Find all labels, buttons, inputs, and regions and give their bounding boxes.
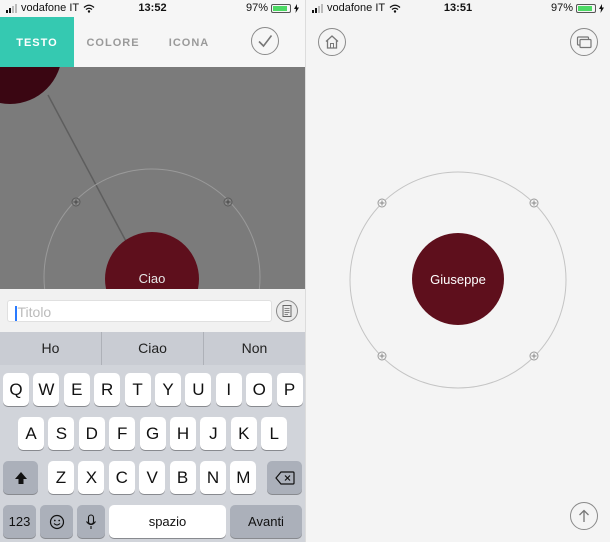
selected-node-label: Ciao	[138, 271, 166, 286]
home-button[interactable]	[318, 28, 346, 56]
key-f[interactable]: F	[109, 417, 136, 450]
key-a[interactable]: A	[18, 417, 44, 450]
key-c[interactable]: C	[108, 461, 135, 494]
key-r[interactable]: R	[94, 373, 121, 406]
emoji-key[interactable]	[40, 505, 73, 538]
title-input[interactable]: Titolo	[7, 300, 272, 322]
tab-testo[interactable]: TESTO	[0, 17, 74, 67]
right-screen: vodafone IT 13:51 97% Giuseppe	[305, 0, 610, 542]
return-key[interactable]: Avanti	[230, 505, 302, 538]
keyboard: Ho Ciao Non QWERTYUIOP ASDFGHJKL ZXCVBNM 1…	[0, 332, 305, 542]
status-bar: vodafone IT 13:52 97%	[0, 0, 305, 17]
key-p[interactable]: P	[276, 373, 303, 406]
home-icon	[325, 35, 339, 49]
document-icon	[282, 305, 292, 317]
key-v[interactable]: V	[139, 461, 166, 494]
key-k[interactable]: K	[230, 417, 257, 450]
central-node-label: Giuseppe	[430, 272, 486, 287]
backspace-icon	[274, 471, 295, 485]
plus-icon[interactable]	[529, 351, 539, 361]
text-caret	[15, 305, 17, 321]
mindmap-canvas[interactable]: Ciao	[0, 67, 305, 289]
notes-button[interactable]	[276, 300, 298, 322]
key-z[interactable]: Z	[48, 461, 74, 494]
plus-icon[interactable]	[71, 197, 81, 207]
battery-group: 97%	[246, 2, 299, 14]
key-b[interactable]: B	[169, 461, 196, 494]
shift-key[interactable]	[3, 461, 38, 494]
plus-icon[interactable]	[529, 198, 539, 208]
key-s[interactable]: S	[48, 417, 75, 450]
shift-icon	[14, 472, 27, 484]
numbers-key[interactable]: 123	[3, 505, 36, 538]
devices-icon	[576, 36, 592, 49]
key-q[interactable]: Q	[3, 373, 29, 406]
checkmark-icon	[258, 35, 273, 48]
key-u[interactable]: U	[185, 373, 212, 406]
battery-icon	[271, 3, 291, 13]
editor-toolbar: TESTO COLORE ICONA	[0, 17, 305, 67]
plus-icon[interactable]	[377, 351, 387, 361]
key-g[interactable]: G	[139, 417, 166, 450]
suggestion-item[interactable]: Non	[204, 332, 305, 365]
microphone-icon	[86, 514, 96, 529]
key-t[interactable]: T	[124, 373, 151, 406]
key-l[interactable]: L	[261, 417, 288, 450]
key-h[interactable]: H	[170, 417, 196, 450]
key-n[interactable]: N	[200, 461, 226, 494]
devices-button[interactable]	[570, 28, 598, 56]
emoji-icon	[49, 514, 64, 530]
key-e[interactable]: E	[63, 373, 90, 406]
key-j[interactable]: J	[200, 417, 227, 450]
parent-node[interactable]	[0, 67, 62, 104]
suggestion-item[interactable]: Ho	[0, 332, 102, 365]
key-o[interactable]: O	[246, 373, 273, 406]
space-key[interactable]: spazio	[109, 505, 226, 538]
arrow-up-icon	[579, 509, 589, 522]
charging-icon	[294, 3, 299, 13]
connection-line	[47, 94, 129, 246]
title-input-bar: Titolo	[0, 289, 305, 332]
battery-percent: 97%	[245, 2, 268, 14]
key-y[interactable]: Y	[155, 373, 181, 406]
backspace-key[interactable]	[267, 461, 302, 494]
title-placeholder: Titolo	[17, 304, 52, 320]
confirm-button[interactable]	[251, 27, 279, 55]
plus-icon[interactable]	[377, 198, 387, 208]
key-m[interactable]: M	[230, 461, 257, 494]
tab-icona[interactable]: ICONA	[156, 17, 222, 67]
key-w[interactable]: W	[33, 373, 60, 406]
key-x[interactable]: X	[78, 461, 105, 494]
key-d[interactable]: D	[78, 417, 105, 450]
scroll-up-button[interactable]	[570, 502, 598, 530]
mindmap-canvas-graphics	[0, 67, 261, 289]
mindmap-diagram	[349, 171, 567, 389]
suggestion-item[interactable]: Ciao	[102, 332, 204, 365]
key-i[interactable]: I	[215, 373, 242, 406]
plus-icon[interactable]	[223, 197, 233, 207]
tab-colore[interactable]: COLORE	[80, 17, 146, 67]
left-screen: vodafone IT 13:52 97% TESTO COLORE ICONA…	[0, 0, 305, 542]
dictation-key[interactable]	[77, 505, 105, 538]
suggestion-bar: Ho Ciao Non	[0, 332, 305, 365]
